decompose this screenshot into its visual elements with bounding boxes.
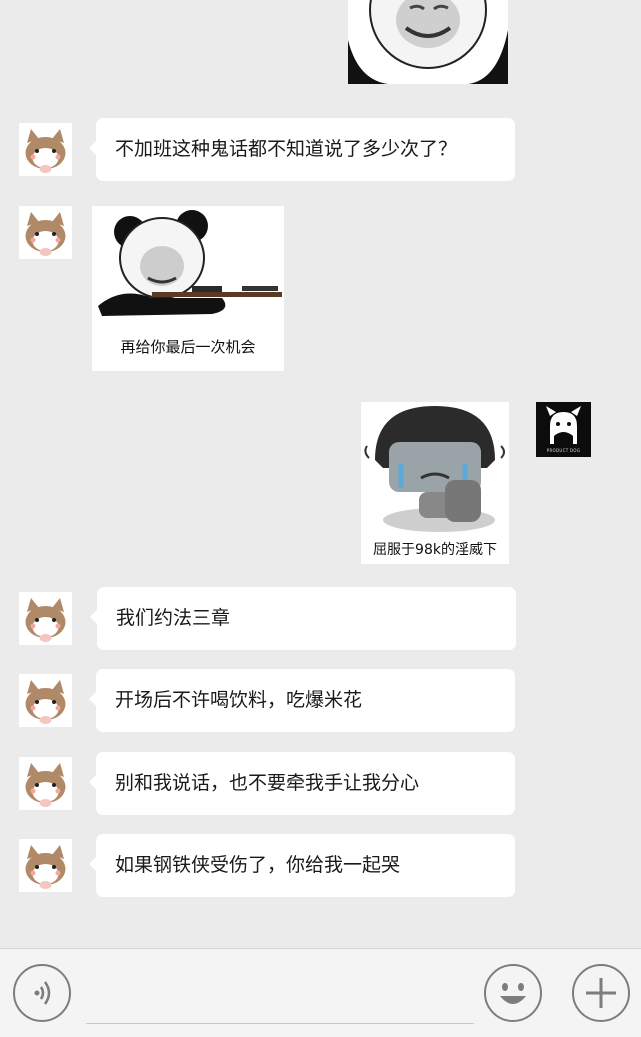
message-text: 如果钢铁侠受伤了，你给我一起哭 <box>115 854 401 876</box>
more-actions-button[interactable] <box>572 964 630 1022</box>
cartoon-cat-avatar[interactable] <box>19 123 72 176</box>
avatar-caption: PRODUCT DOG <box>546 448 581 453</box>
emoji-icon <box>500 983 526 1004</box>
message-sticker-panda-face[interactable] <box>348 0 508 84</box>
message-bubble[interactable]: 我们约法三章 <box>90 587 516 650</box>
message-input[interactable] <box>86 963 474 1024</box>
cartoon-cat-avatar-icon <box>19 757 72 810</box>
message-bubble[interactable]: 如果钢铁侠受伤了，你给我一起哭 <box>89 834 515 897</box>
message-sticker-panda-rifle[interactable]: 再给你最后一次机会 <box>92 206 284 371</box>
cartoon-cat-avatar[interactable] <box>19 592 72 645</box>
message-sticker-crying-helmet[interactable]: 屈服于98k的淫威下 <box>361 402 509 564</box>
cartoon-cat-avatar-icon <box>19 123 72 176</box>
sticker-caption: 再给你最后一次机会 <box>120 338 256 356</box>
message-bubble[interactable]: 不加班这种鬼话都不知道说了多少次了？ <box>89 118 515 181</box>
voice-input-icon <box>34 981 51 1005</box>
cartoon-cat-avatar[interactable] <box>19 839 72 892</box>
emoji-button[interactable] <box>484 964 542 1022</box>
panda-face-sticker-icon <box>348 0 508 84</box>
cartoon-cat-avatar[interactable] <box>19 757 72 810</box>
cartoon-cat-avatar-icon <box>19 839 72 892</box>
message-bubble[interactable]: 别和我说话，也不要牵我手让我分心 <box>89 752 515 815</box>
message-text: 开场后不许喝饮料，吃爆米花 <box>115 689 363 711</box>
cartoon-cat-avatar[interactable] <box>19 206 72 259</box>
message-text: 不加班这种鬼话都不知道说了多少次了？ <box>115 138 458 160</box>
message-text: 别和我说话，也不要牵我手让我分心 <box>115 772 420 794</box>
message-bubble[interactable]: 开场后不许喝饮料，吃爆米花 <box>89 669 515 732</box>
cartoon-cat-avatar-icon <box>19 674 72 727</box>
cartoon-cat-avatar-icon <box>19 592 72 645</box>
message-text: 我们约法三章 <box>116 607 231 629</box>
cartoon-cat-avatar-icon <box>19 206 72 259</box>
sticker-caption: 屈服于98k的淫威下 <box>373 542 497 558</box>
input-bar <box>0 948 641 1037</box>
voice-input-button[interactable] <box>13 964 71 1022</box>
black-dog-avatar[interactable]: PRODUCT DOG <box>536 402 591 457</box>
plus-icon <box>586 978 616 1008</box>
cartoon-cat-avatar[interactable] <box>19 674 72 727</box>
